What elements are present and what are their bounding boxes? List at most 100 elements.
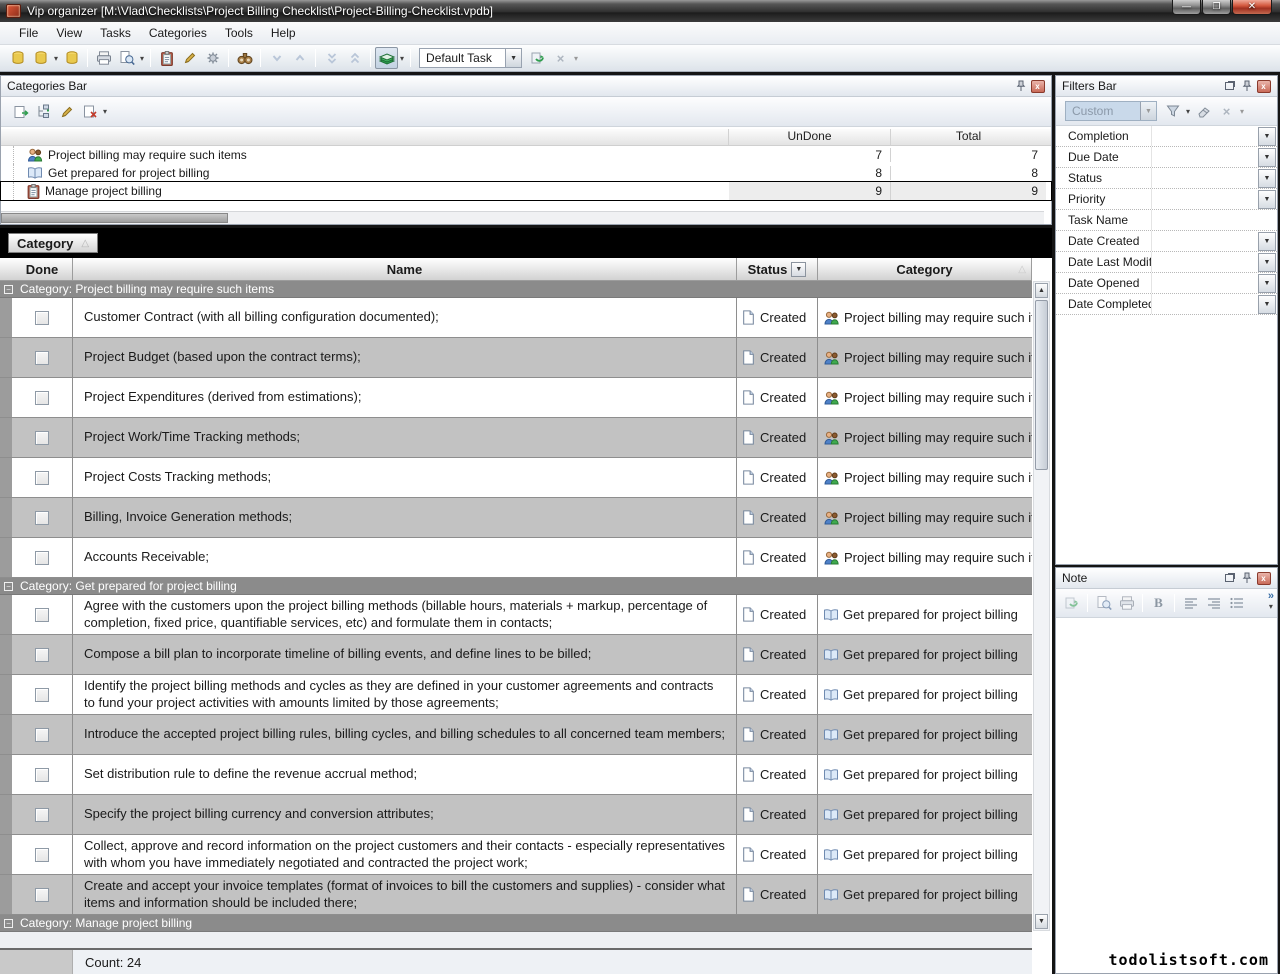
filter-value-field[interactable] — [1151, 252, 1258, 272]
open-database-icon[interactable] — [29, 47, 52, 69]
done-checkbox[interactable] — [35, 351, 49, 365]
new-database-icon[interactable] — [6, 47, 29, 69]
done-checkbox[interactable] — [35, 728, 49, 742]
print-preview-icon[interactable] — [115, 47, 138, 69]
filter-value-field[interactable] — [1151, 189, 1258, 209]
preview-note-icon[interactable] — [1092, 592, 1115, 614]
category-row[interactable]: Project billing may require such items 7… — [1, 146, 1051, 164]
dropdown-icon[interactable]: ▼ — [1258, 253, 1276, 272]
insert-note-icon[interactable] — [1060, 592, 1083, 614]
task-row[interactable]: Specify the project billing currency and… — [0, 795, 1032, 835]
task-row[interactable]: Billing, Invoice Generation methods;Crea… — [0, 498, 1032, 538]
task-row[interactable]: Agree with the customers upon the projec… — [0, 595, 1032, 635]
filter-value-field[interactable] — [1151, 147, 1258, 167]
move-bottom-icon[interactable] — [320, 47, 343, 69]
filter-value-field[interactable] — [1151, 126, 1258, 146]
filters-overflow-icon[interactable]: ▾ — [1240, 107, 1244, 116]
move-top-icon[interactable] — [343, 47, 366, 69]
category-row-selected[interactable]: Manage project billing 9 9 — [1, 182, 1051, 200]
done-checkbox[interactable] — [35, 768, 49, 782]
move-down-icon[interactable] — [265, 47, 288, 69]
undone-column-header[interactable]: UnDone — [729, 129, 891, 145]
task-row[interactable]: Introduce the accepted project billing r… — [0, 715, 1032, 755]
apply-template-icon[interactable] — [526, 47, 549, 69]
filter-value-field[interactable] — [1151, 168, 1258, 188]
task-row[interactable]: Identify the project billing methods and… — [0, 675, 1032, 715]
delete-category-icon[interactable] — [78, 101, 101, 123]
group-header[interactable]: −Category: Get prepared for project bill… — [0, 578, 1032, 595]
task-row[interactable]: Project Expenditures (derived from estim… — [0, 378, 1032, 418]
notes-view-icon[interactable] — [375, 47, 398, 69]
task-row[interactable]: Project Costs Tracking methods;CreatedPr… — [0, 458, 1032, 498]
print-dropdown-icon[interactable]: ▾ — [140, 54, 144, 63]
apply-filter-icon[interactable] — [1161, 100, 1184, 122]
align-left-icon[interactable] — [1179, 592, 1202, 614]
done-checkbox[interactable] — [35, 311, 49, 325]
scroll-up-icon[interactable]: ▲ — [1035, 283, 1048, 298]
edit-task-icon[interactable] — [178, 47, 201, 69]
dropdown-icon[interactable]: ▼ — [1258, 148, 1276, 167]
notes-dropdown-icon[interactable]: ▾ — [400, 54, 404, 63]
close-panel-icon[interactable]: x — [1256, 571, 1271, 585]
dropdown-icon[interactable]: ▼ — [1258, 274, 1276, 293]
collapse-icon[interactable]: − — [4, 919, 13, 928]
done-checkbox[interactable] — [35, 848, 49, 862]
filter-value-field[interactable] — [1151, 231, 1258, 251]
done-checkbox[interactable] — [35, 688, 49, 702]
pin-icon[interactable] — [1013, 79, 1028, 93]
filter-dropdown-icon[interactable]: ▾ — [1186, 107, 1190, 116]
category-row[interactable]: Get prepared for project billing 8 8 — [1, 164, 1051, 182]
menu-tasks[interactable]: Tasks — [91, 23, 140, 43]
menu-help[interactable]: Help — [262, 23, 305, 43]
group-by-chip[interactable]: Category △ — [8, 233, 98, 253]
task-row[interactable]: Project Work/Time Tracking methods;Creat… — [0, 418, 1032, 458]
print-note-icon[interactable] — [1115, 592, 1138, 614]
done-checkbox[interactable] — [35, 608, 49, 622]
delete-filter-icon[interactable]: × — [1215, 100, 1238, 122]
task-properties-icon[interactable] — [201, 47, 224, 69]
minimize-button[interactable]: — — [1172, 0, 1201, 15]
filter-preset-dropdown-icon[interactable]: ▼ — [1140, 102, 1156, 120]
dropdown-icon[interactable]: ▼ — [1258, 169, 1276, 188]
note-toolbar-overflow-icon[interactable]: »▾ — [1268, 591, 1274, 612]
done-checkbox[interactable] — [35, 551, 49, 565]
dropdown-icon[interactable]: ▼ — [1258, 295, 1276, 314]
delete-template-icon[interactable]: × — [549, 47, 572, 69]
align-right-icon[interactable] — [1202, 592, 1225, 614]
menu-file[interactable]: File — [10, 23, 47, 43]
dropdown-icon[interactable]: ▼ — [1258, 127, 1276, 146]
task-row[interactable]: Collect, approve and record information … — [0, 835, 1032, 875]
done-checkbox[interactable] — [35, 648, 49, 662]
bullet-list-icon[interactable] — [1225, 592, 1248, 614]
filter-value-field[interactable] — [1151, 210, 1277, 230]
save-database-icon[interactable] — [60, 47, 83, 69]
name-column-header[interactable]: Name — [73, 258, 737, 281]
print-icon[interactable] — [92, 47, 115, 69]
menu-view[interactable]: View — [47, 23, 91, 43]
filter-value-field[interactable] — [1151, 273, 1258, 293]
scroll-down-icon[interactable]: ▼ — [1035, 914, 1048, 929]
done-checkbox[interactable] — [35, 391, 49, 405]
bold-button[interactable]: B — [1147, 592, 1170, 614]
close-panel-icon[interactable]: x — [1030, 79, 1045, 93]
collapse-icon[interactable]: − — [4, 285, 13, 294]
categories-toolbar-overflow-icon[interactable]: ▾ — [103, 107, 107, 116]
task-row[interactable]: Project Budget (based upon the contract … — [0, 338, 1032, 378]
filter-value-field[interactable] — [1151, 294, 1258, 314]
total-column-header[interactable]: Total — [891, 129, 1046, 145]
done-checkbox[interactable] — [35, 511, 49, 525]
find-icon[interactable] — [233, 47, 256, 69]
done-checkbox[interactable] — [35, 471, 49, 485]
add-subcategory-icon[interactable] — [32, 101, 55, 123]
status-column-header[interactable]: Status▼ — [737, 258, 818, 281]
menu-tools[interactable]: Tools — [216, 23, 262, 43]
add-category-icon[interactable] — [9, 101, 32, 123]
done-column-header[interactable]: Done — [12, 258, 73, 281]
categories-horizontal-scrollbar[interactable] — [1, 211, 1044, 224]
restore-panel-icon[interactable] — [1222, 79, 1237, 93]
task-row[interactable]: Compose a bill plan to incorporate timel… — [0, 635, 1032, 675]
dropdown-icon[interactable]: ▼ — [1258, 232, 1276, 251]
group-header[interactable]: −Category: Manage project billing — [0, 915, 1032, 932]
dropdown-icon[interactable]: ▼ — [1258, 190, 1276, 209]
done-checkbox[interactable] — [35, 888, 49, 902]
